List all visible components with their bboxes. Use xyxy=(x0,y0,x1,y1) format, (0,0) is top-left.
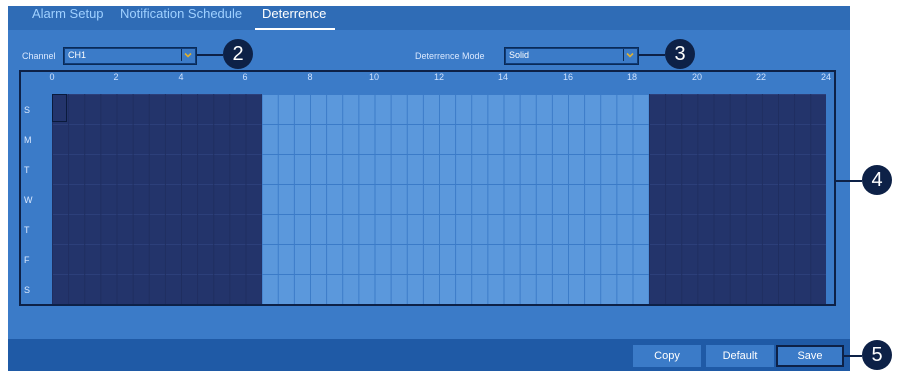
deterrence-mode-select[interactable]: Solid xyxy=(504,47,639,65)
hour-label: 6 xyxy=(242,72,248,82)
deterrence-mode-label: Deterrence Mode xyxy=(415,51,485,61)
day-label-saturday: S xyxy=(24,285,31,295)
hour-label: 0 xyxy=(49,72,55,82)
hour-label: 10 xyxy=(368,72,379,82)
day-label-friday: F xyxy=(24,255,30,265)
day-label-tuesday: T xyxy=(24,165,30,175)
day-label-thursday: T xyxy=(24,225,30,235)
callout-3: 3 xyxy=(665,39,695,69)
channel-label: Channel xyxy=(22,51,56,61)
copy-button[interactable]: Copy xyxy=(633,345,701,367)
hour-label: 4 xyxy=(178,72,184,82)
hour-label: 12 xyxy=(433,72,444,82)
day-label-sunday: S xyxy=(24,105,31,115)
day-label-monday: M xyxy=(24,135,32,145)
default-button[interactable]: Default xyxy=(706,345,774,367)
chevron-down-icon[interactable] xyxy=(623,49,636,61)
day-label-wednesday: W xyxy=(24,195,33,205)
hour-label: 16 xyxy=(562,72,573,82)
selected-cell-cursor xyxy=(52,94,67,122)
tab-notification-schedule[interactable]: Notification Schedule xyxy=(120,6,242,21)
active-schedule-block[interactable] xyxy=(648,94,826,304)
callout-2-line xyxy=(197,54,223,56)
callout-3-line xyxy=(639,54,665,56)
hour-label: 8 xyxy=(307,72,313,82)
deterrence-mode-value: Solid xyxy=(509,50,530,60)
callout-5-line xyxy=(844,355,862,357)
hour-label: 14 xyxy=(497,72,508,82)
channel-select[interactable]: CH1 xyxy=(63,47,197,65)
save-button[interactable]: Save xyxy=(776,345,844,367)
hour-label: 20 xyxy=(691,72,702,82)
hour-label: 18 xyxy=(626,72,637,82)
callout-5: 5 xyxy=(862,340,892,370)
hour-label: 2 xyxy=(113,72,119,82)
hour-label: 24 xyxy=(820,72,831,82)
callout-2: 2 xyxy=(223,39,253,69)
hour-label: 22 xyxy=(755,72,766,82)
active-schedule-block[interactable] xyxy=(52,94,262,304)
channel-select-value: CH1 xyxy=(68,50,87,60)
tab-deterrence[interactable]: Deterrence xyxy=(262,6,326,21)
chevron-down-icon[interactable] xyxy=(181,49,194,61)
callout-4-line xyxy=(836,180,862,182)
tab-alarm-setup[interactable]: Alarm Setup xyxy=(32,6,104,21)
active-tab-indicator xyxy=(255,28,335,30)
callout-4: 4 xyxy=(862,165,892,195)
